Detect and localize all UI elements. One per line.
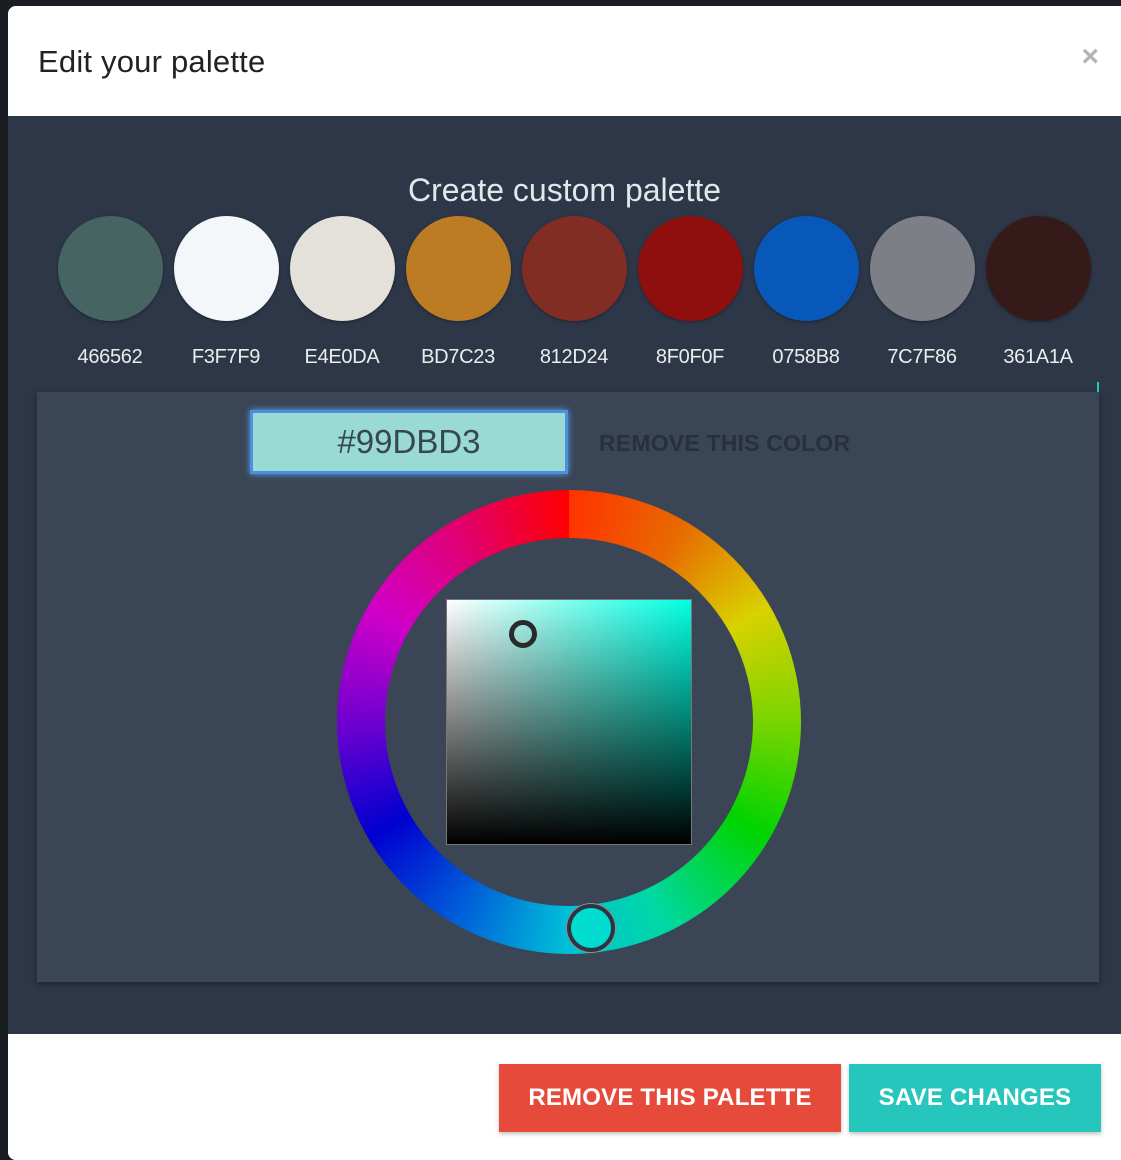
hex-color-input[interactable]	[250, 410, 568, 474]
swatch-label: 466562	[77, 346, 143, 368]
swatch-label: 361A1A	[1003, 346, 1073, 368]
saturation-value-handle[interactable]	[509, 620, 537, 648]
swatch-label: E4E0DA	[304, 346, 380, 368]
modal-header: Edit your palette ×	[8, 6, 1121, 116]
color-swatch[interactable]	[986, 216, 1091, 321]
remove-color-button[interactable]: REMOVE THIS COLOR	[599, 430, 850, 457]
color-swatch[interactable]	[174, 216, 279, 321]
color-swatch[interactable]	[406, 216, 511, 321]
modal-title: Edit your palette	[38, 44, 266, 79]
swatch-label: BD7C23	[421, 346, 495, 368]
swatch-label: 0758B8	[772, 346, 840, 368]
swatch-label: 8F0F0F	[655, 346, 725, 368]
modal-footer: REMOVE THIS PALETTE SAVE CHANGES	[8, 1034, 1121, 1160]
color-swatch[interactable]	[754, 216, 859, 321]
color-swatch[interactable]	[290, 216, 395, 321]
selected-indicator	[1097, 382, 1099, 392]
save-changes-button[interactable]: SAVE CHANGES	[849, 1064, 1101, 1132]
color-swatch[interactable]	[58, 216, 163, 321]
color-swatch[interactable]	[870, 216, 975, 321]
close-icon[interactable]: ×	[1081, 42, 1099, 72]
swatch-label: 812D24	[539, 346, 609, 368]
remove-palette-button[interactable]: REMOVE THIS PALETTE	[499, 1064, 841, 1132]
color-swatch[interactable]	[522, 216, 627, 321]
section-heading: Create custom palette	[407, 172, 722, 208]
edit-palette-modal: Edit your palette × Create custom palett…	[8, 6, 1121, 1160]
swatch-label: 7C7F86	[887, 346, 957, 368]
color-editor-panel: REMOVE THIS COLOR	[37, 392, 1099, 982]
saturation-value-square[interactable]	[446, 599, 692, 845]
hue-handle[interactable]	[567, 904, 615, 952]
swatch-label: F3F7F9	[191, 346, 261, 368]
modal-body: Create custom palette 466562 F3F7F9 E4E0…	[8, 116, 1121, 1034]
color-swatch[interactable]	[638, 216, 743, 321]
